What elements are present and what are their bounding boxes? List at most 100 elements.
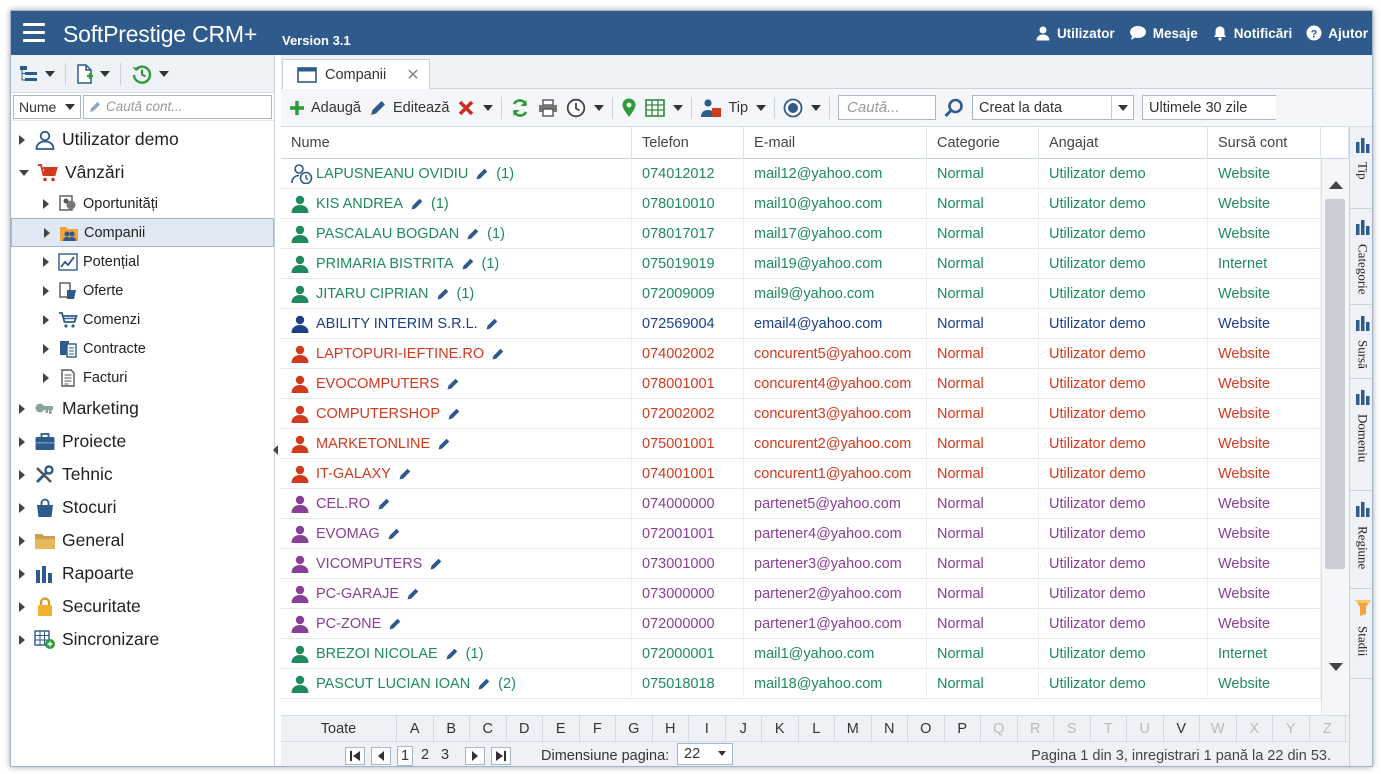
edit-pencil-icon[interactable] [461, 257, 475, 271]
alphabet-letter[interactable]: J [726, 715, 762, 742]
new-document-button[interactable] [76, 63, 94, 84]
company-name[interactable]: KIS ANDREA [316, 196, 403, 212]
cell-name[interactable]: PC-GARAJE [281, 579, 632, 609]
column-header-1[interactable]: Telefon [632, 127, 744, 159]
table-row[interactable]: CEL.RO 074000000 partenet5@yahoo.com Normal… [281, 489, 1321, 519]
company-name[interactable]: BREZOI NICOLAE [316, 646, 438, 662]
cell-name[interactable]: PRIMARIA BISTRITA (1) [281, 249, 632, 279]
edit-pencil-icon[interactable] [445, 647, 459, 661]
edit-pencil-icon[interactable] [475, 167, 489, 181]
alphabet-all[interactable]: Toate [281, 715, 397, 742]
column-header-3[interactable]: Categorie [927, 127, 1039, 159]
company-name[interactable]: IT-GALAXY [316, 466, 391, 482]
company-name[interactable]: PC-GARAJE [316, 586, 399, 602]
vertical-scrollbar[interactable] [1321, 159, 1349, 715]
cell-name[interactable]: PASCALAU BOGDAN (1) [281, 219, 632, 249]
alphabet-letter[interactable]: B [434, 715, 470, 742]
edit-pencil-icon[interactable] [406, 587, 420, 601]
next-page-button[interactable] [465, 747, 485, 765]
table-row[interactable]: VICOMPUTERS 073001000 partener3@yahoo.com N… [281, 549, 1321, 579]
add-button[interactable]: Adaugă [289, 100, 361, 116]
cell-name[interactable]: MARKETONLINE [281, 429, 632, 459]
expand-arrow-icon[interactable] [19, 436, 25, 447]
delete-button[interactable] [457, 99, 475, 117]
edit-pencil-icon[interactable] [437, 437, 451, 451]
edit-pencil-icon[interactable] [436, 287, 450, 301]
sidebar-search-input[interactable]: Caută cont... [83, 94, 272, 119]
schedule-caret-icon[interactable] [594, 104, 605, 111]
table-row[interactable]: LAPTOPURI-IEFTINE.RO 074002002 concurent5@… [281, 339, 1321, 369]
view-mode-button[interactable] [783, 98, 803, 118]
cell-name[interactable]: PC-ZONE [281, 609, 632, 639]
alphabet-letter[interactable]: N [872, 715, 908, 742]
tree-view-caret-icon[interactable] [45, 70, 55, 77]
alphabet-letter[interactable]: P [945, 715, 981, 742]
sidebar-item-tehnic[interactable]: Tehnic [11, 458, 274, 491]
last-page-button[interactable] [491, 747, 511, 765]
page-size-select[interactable]: 22 [677, 743, 733, 765]
edit-pencil-icon[interactable] [377, 497, 391, 511]
table-row[interactable]: KIS ANDREA (1) 078010010 mail10@yahoo.com No… [281, 189, 1321, 219]
company-name[interactable]: LAPTOPURI-IEFTINE.RO [316, 346, 484, 362]
expand-arrow-icon[interactable] [43, 372, 49, 383]
cell-name[interactable]: VICOMPUTERS [281, 549, 632, 579]
type-caret-icon[interactable] [756, 104, 767, 111]
company-name[interactable]: PASCUT LUCIAN IOAN [316, 676, 470, 692]
table-row[interactable]: ABILITY INTERIM S.R.L. 072569004 email4@ya… [281, 309, 1321, 339]
edit-pencil-icon[interactable] [466, 227, 480, 241]
alphabet-letter[interactable]: K [762, 715, 799, 742]
right-panel-0[interactable]: Tip [1350, 127, 1372, 209]
page-number[interactable]: 1 [397, 746, 413, 766]
company-name[interactable]: PRIMARIA BISTRITA [316, 256, 454, 272]
expand-arrow-icon[interactable] [19, 502, 25, 513]
company-name[interactable]: CEL.RO [316, 496, 370, 512]
expanded-arrow-icon[interactable] [19, 169, 29, 176]
grid-export-button[interactable] [645, 98, 666, 117]
history-button[interactable] [131, 63, 153, 85]
table-row[interactable]: COMPUTERSHOP 072002002 concurent3@yahoo.co… [281, 399, 1321, 429]
table-row[interactable]: BREZOI NICOLAE (1) 072000001 mail1@yahoo.co… [281, 639, 1321, 669]
page-number[interactable]: 3 [437, 746, 453, 766]
company-name[interactable]: MARKETONLINE [316, 436, 430, 452]
table-row[interactable]: JITARU CIPRIAN (1) 072009009 mail9@yahoo.co… [281, 279, 1321, 309]
scrollbar-thumb[interactable] [1325, 199, 1345, 569]
expand-arrow-icon[interactable] [19, 634, 25, 645]
sidebar-item-contracte[interactable]: Contracte [11, 334, 274, 363]
expand-arrow-icon[interactable] [43, 314, 49, 325]
company-name[interactable]: PC-ZONE [316, 616, 381, 632]
scroll-up-icon[interactable] [1329, 181, 1343, 189]
table-row[interactable]: PASCALAU BOGDAN (1) 078017017 mail17@yahoo.… [281, 219, 1321, 249]
sidebar-item-general[interactable]: General [11, 524, 274, 557]
history-caret-icon[interactable] [159, 70, 169, 77]
company-name[interactable]: JITARU CIPRIAN [316, 286, 429, 302]
right-panel-4[interactable]: Regiune [1350, 491, 1372, 589]
right-panel-5[interactable]: Stadii [1350, 589, 1372, 679]
sidebar-item-sincronizare[interactable]: Sincronizare [11, 623, 274, 656]
prev-page-button[interactable] [371, 747, 391, 765]
column-header-0[interactable]: Nume [281, 127, 632, 159]
company-name[interactable]: COMPUTERSHOP [316, 406, 440, 422]
view-mode-caret-icon[interactable] [811, 104, 822, 111]
cell-name[interactable]: BREZOI NICOLAE (1) [281, 639, 632, 669]
alphabet-letter[interactable]: A [397, 715, 434, 742]
search-button[interactable] [944, 98, 964, 118]
edit-pencil-icon[interactable] [485, 317, 499, 331]
cell-name[interactable]: LAPTOPURI-IEFTINE.RO [281, 339, 632, 369]
alphabet-letter[interactable]: I [689, 715, 726, 742]
new-document-caret-icon[interactable] [100, 70, 110, 77]
sidebar-item-proiecte[interactable]: Proiecte [11, 425, 274, 458]
expand-arrow-icon[interactable] [44, 227, 50, 238]
company-name[interactable]: EVOMAG [316, 526, 380, 542]
sidebar-item-stocuri[interactable]: Stocuri [11, 491, 274, 524]
delete-caret-icon[interactable] [483, 104, 494, 111]
map-button[interactable] [621, 98, 637, 118]
expand-arrow-icon[interactable] [43, 198, 49, 209]
column-header-5[interactable]: Sursă cont [1208, 127, 1321, 159]
expand-arrow-icon[interactable] [19, 568, 25, 579]
sidebar-item-facturi[interactable]: Facturi [11, 363, 274, 392]
alphabet-letter[interactable]: O [908, 715, 945, 742]
sidebar-item-vânzări[interactable]: Vânzări [11, 156, 274, 189]
company-name[interactable]: PASCALAU BOGDAN [316, 226, 459, 242]
sidebar-item-oferte[interactable]: Oferte [11, 276, 274, 305]
edit-pencil-icon[interactable] [447, 407, 461, 421]
